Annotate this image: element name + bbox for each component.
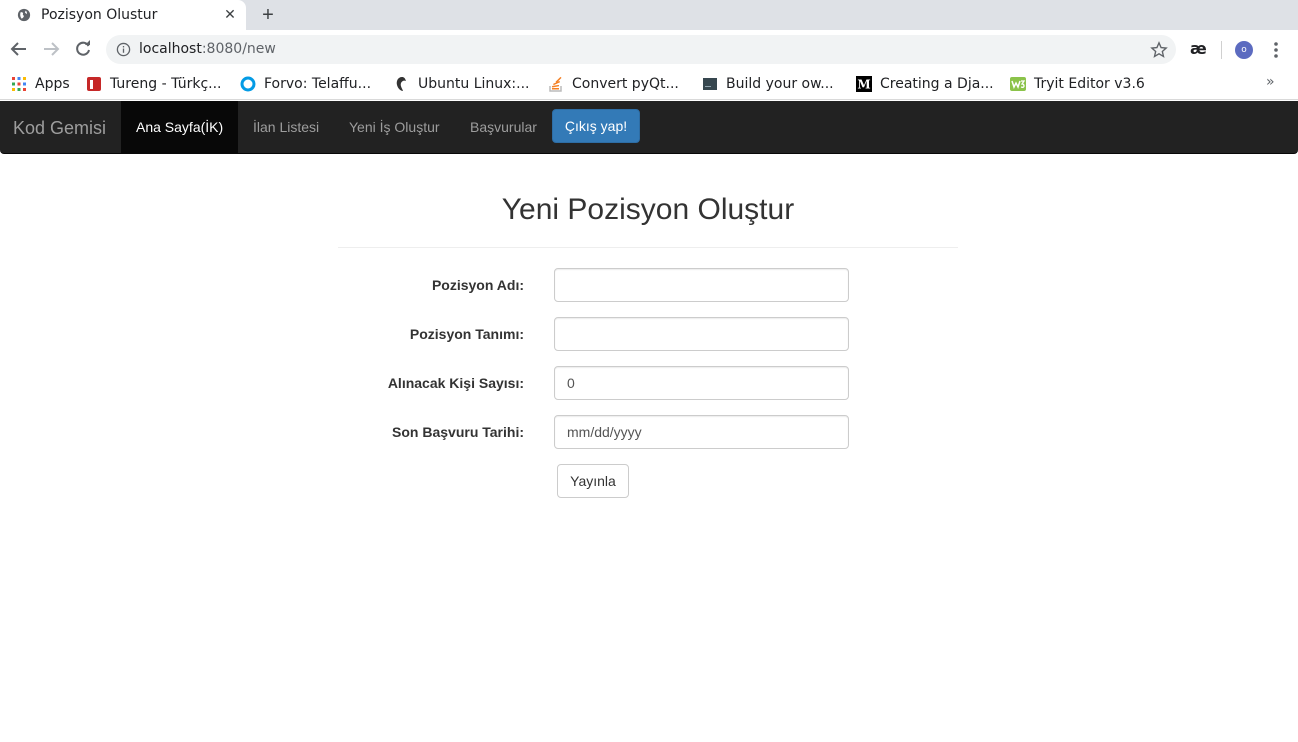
nav-item-job-list[interactable]: İlan Listesi — [238, 101, 334, 153]
bookmark-label: Build your ow... — [726, 76, 834, 92]
profile-avatar[interactable]: o — [1235, 41, 1253, 59]
info-icon[interactable] — [116, 42, 131, 57]
position-name-label: Pozisyon Adı: — [431, 277, 524, 293]
new-tab-button[interactable]: + — [258, 4, 278, 26]
back-arrow-icon[interactable] — [9, 39, 29, 59]
bookmark-medium[interactable]: M Creating a Dja... — [856, 74, 994, 94]
close-tab-icon[interactable]: ✕ — [222, 6, 238, 22]
nav-item-new-job[interactable]: Yeni İş Oluştur — [334, 101, 455, 153]
globe-icon — [17, 8, 31, 22]
bookmark-tryit-editor[interactable]: Tryit Editor v3.6 — [1010, 74, 1145, 94]
position-name-input[interactable] — [554, 268, 849, 302]
bookmark-label: Creating a Dja... — [880, 76, 994, 92]
stackoverflow-icon — [549, 76, 562, 92]
logout-button[interactable]: Çıkış yap! — [552, 109, 640, 143]
deadline-date-input[interactable] — [554, 415, 849, 449]
app-navbar: Kod Gemisi Ana Sayfa(İK) İlan Listesi Ye… — [0, 101, 1298, 154]
nav-item-applications[interactable]: Başvurular — [455, 101, 552, 153]
bookmark-tureng[interactable]: Tureng - Türkç... — [86, 74, 222, 94]
forward-arrow-icon[interactable] — [41, 39, 61, 59]
svg-text:M: M — [857, 78, 870, 92]
bookmark-build-your-own[interactable]: Build your ow... — [702, 74, 834, 94]
bookmark-label: Apps — [35, 76, 70, 92]
bookmarks-bar: Apps Tureng - Türkç... Forvo: Telaffu...… — [0, 68, 1298, 100]
tureng-icon — [87, 77, 101, 91]
bookmark-star-icon[interactable] — [1150, 41, 1168, 59]
position-description-label: Pozisyon Tanımı: — [409, 326, 524, 342]
browser-tabstrip: Pozisyon Olustur ✕ + — [0, 0, 1298, 30]
publish-button[interactable]: Yayınla — [557, 464, 629, 498]
title-divider — [338, 247, 958, 248]
w3schools-icon — [1010, 77, 1026, 91]
navbar-brand[interactable]: Kod Gemisi — [13, 118, 106, 139]
nav-item-home[interactable]: Ana Sayfa(İK) — [121, 101, 239, 153]
url-path: :8080/new — [201, 41, 276, 57]
bookmark-stackoverflow[interactable]: Convert pyQt... — [548, 74, 679, 94]
browser-toolbar: localhost:8080/new æ o — [0, 30, 1298, 68]
medium-icon: M — [856, 76, 872, 92]
reload-icon[interactable] — [73, 39, 93, 59]
extension-ae-button[interactable]: æ — [1190, 39, 1207, 58]
apps-grid-icon — [12, 77, 26, 91]
more-bookmarks-button[interactable]: » — [1266, 74, 1275, 90]
bookmark-label: Tureng - Türkç... — [110, 76, 222, 92]
bookmark-label: Forvo: Telaffu... — [264, 76, 372, 92]
bookmark-ubuntu[interactable]: Ubuntu Linux:... — [394, 74, 529, 94]
bookmark-label: Tryit Editor v3.6 — [1034, 76, 1145, 92]
bookmark-forvo[interactable]: Forvo: Telaffu... — [240, 74, 371, 94]
headcount-label: Alınacak Kişi Sayısı: — [387, 375, 524, 391]
bookmark-label: Ubuntu Linux:... — [418, 76, 530, 92]
position-description-input[interactable] — [554, 317, 849, 351]
bookmark-label: Convert pyQt... — [572, 76, 679, 92]
url-text: localhost:8080/new — [139, 41, 276, 57]
kebab-menu-icon[interactable] — [1268, 40, 1284, 60]
deadline-label: Son Başvuru Tarihi: — [392, 424, 524, 440]
tab-title: Pozisyon Olustur — [41, 7, 158, 23]
headcount-input[interactable] — [554, 366, 849, 400]
book-icon — [703, 78, 717, 90]
toolbar-separator — [1221, 41, 1222, 59]
ubuntu-icon — [396, 77, 406, 91]
bookmark-apps[interactable]: Apps — [11, 74, 70, 94]
url-host: localhost — [139, 41, 202, 57]
address-bar[interactable]: localhost:8080/new — [106, 35, 1176, 64]
page-title: Yeni Pozisyon Oluştur — [501, 193, 795, 226]
browser-tab[interactable]: Pozisyon Olustur ✕ — [0, 0, 246, 30]
forvo-icon — [240, 76, 256, 92]
